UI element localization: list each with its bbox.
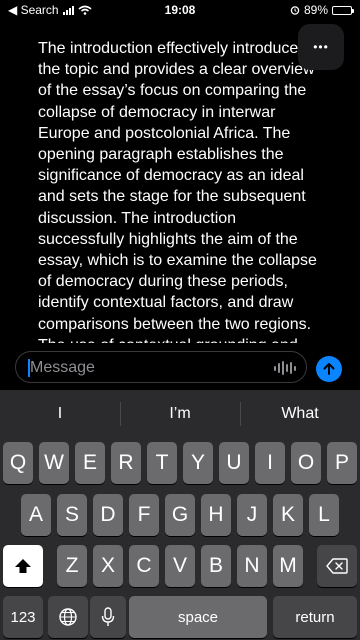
key-o[interactable]: O: [291, 442, 321, 484]
waveform-icon[interactable]: [274, 360, 296, 376]
arrow-up-icon: [323, 363, 335, 375]
battery-percentage: 89%: [303, 3, 328, 17]
key-t[interactable]: T: [147, 442, 177, 484]
text-cursor: [28, 359, 30, 377]
key-s[interactable]: S: [57, 494, 87, 536]
dictation-key[interactable]: [90, 596, 126, 638]
response-text: The introduction effectively introduces …: [38, 40, 317, 343]
key-k[interactable]: K: [273, 494, 303, 536]
alarm-icon: [290, 6, 300, 15]
suggestion-3[interactable]: What: [240, 390, 360, 438]
message-input[interactable]: [28, 352, 272, 384]
status-bar: ◀ Search 19:08 89%: [0, 0, 360, 20]
shift-arrow-icon: [15, 559, 31, 573]
shift-key[interactable]: [3, 545, 43, 587]
suggestion-1[interactable]: I: [0, 390, 120, 438]
delete-key[interactable]: [317, 545, 357, 587]
key-x[interactable]: X: [93, 545, 123, 587]
key-i[interactable]: I: [255, 442, 285, 484]
key-j[interactable]: J: [237, 494, 267, 536]
space-key[interactable]: space: [129, 596, 267, 638]
key-r[interactable]: R: [111, 442, 141, 484]
backspace-icon: [326, 558, 348, 574]
key-l[interactable]: L: [309, 494, 339, 536]
ellipsis-icon: •••: [313, 40, 329, 54]
return-key[interactable]: return: [273, 596, 357, 638]
more-options-button[interactable]: •••: [298, 24, 344, 70]
key-u[interactable]: U: [219, 442, 249, 484]
key-d[interactable]: D: [93, 494, 123, 536]
microphone-icon: [101, 607, 115, 626]
globe-icon: [59, 608, 77, 626]
key-n[interactable]: N: [237, 545, 267, 587]
numbers-key[interactable]: 123: [3, 596, 43, 638]
keyboard: I I’m What Q W E R T Y U I O P A S D F G…: [0, 390, 360, 640]
key-q[interactable]: Q: [3, 442, 33, 484]
key-a[interactable]: A: [21, 494, 51, 536]
key-w[interactable]: W: [39, 442, 69, 484]
battery-icon: [332, 5, 354, 15]
key-e[interactable]: E: [75, 442, 105, 484]
key-v[interactable]: V: [165, 545, 195, 587]
key-z[interactable]: Z: [57, 545, 87, 587]
composer: [0, 346, 360, 390]
send-button[interactable]: [316, 356, 342, 382]
key-b[interactable]: B: [201, 545, 231, 587]
suggestion-bar: I I’m What: [0, 390, 360, 438]
key-y[interactable]: Y: [183, 442, 213, 484]
key-h[interactable]: H: [201, 494, 231, 536]
globe-key[interactable]: [48, 596, 88, 638]
key-c[interactable]: C: [129, 545, 159, 587]
key-p[interactable]: P: [327, 442, 357, 484]
message-field-container[interactable]: [15, 351, 307, 384]
suggestion-2[interactable]: I’m: [120, 390, 240, 438]
key-g[interactable]: G: [165, 494, 195, 536]
key-m[interactable]: M: [273, 545, 303, 587]
key-f[interactable]: F: [129, 494, 159, 536]
